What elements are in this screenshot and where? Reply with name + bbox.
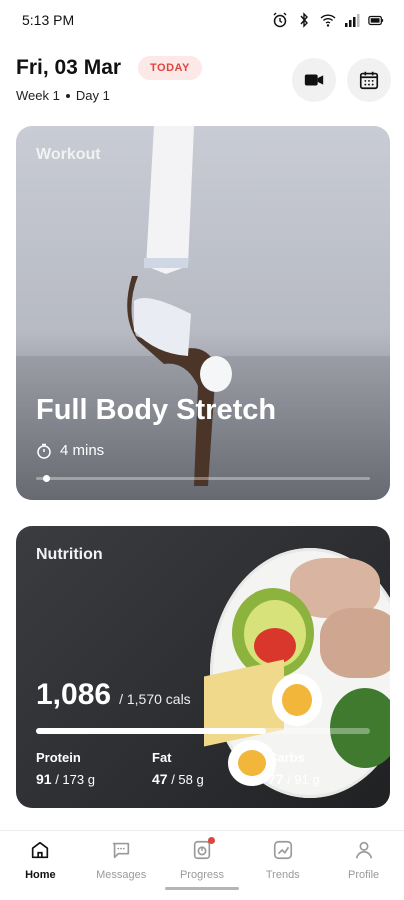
nav-label: Home xyxy=(25,869,56,881)
nav-profile[interactable]: Profile xyxy=(329,839,399,900)
notification-dot xyxy=(207,837,215,844)
nav-label: Progress xyxy=(179,869,224,881)
nav-label: Messages xyxy=(96,869,147,881)
egg-yolk xyxy=(282,684,312,716)
nav-home[interactable]: Home xyxy=(5,839,75,900)
home-icon xyxy=(32,841,49,859)
status-bar: 5:13 PM xyxy=(0,0,404,40)
alarm-icon xyxy=(273,12,287,28)
user-icon xyxy=(355,841,372,859)
calendar-icon xyxy=(359,71,379,90)
macro-label: Carbs xyxy=(268,750,305,765)
workout-card[interactable]: Workout Full Body Stretch 4 mins xyxy=(16,126,390,500)
egg-yolk xyxy=(238,750,266,776)
today-badge: TODAY xyxy=(138,56,202,80)
signal-icon xyxy=(345,14,360,27)
workout-label: Workout xyxy=(36,146,101,163)
week-day-line: Week 1 Day 1 xyxy=(16,88,110,103)
status-icons xyxy=(272,12,384,28)
day-label: Day 1 xyxy=(75,88,110,103)
nav-trends[interactable]: Trends xyxy=(248,839,318,900)
wifi-icon xyxy=(320,14,336,27)
macro-value: 91 / 173 g xyxy=(36,771,95,787)
macro-label: Protein xyxy=(36,750,81,765)
duration-text: 4 mins xyxy=(60,442,105,459)
video-camera-icon xyxy=(304,74,324,86)
timer-icon xyxy=(37,443,51,459)
calendar-button[interactable] xyxy=(347,58,391,102)
date-title: Fri, 03 Mar xyxy=(16,56,122,79)
tomato xyxy=(254,628,296,664)
nutrition-card[interactable]: Nutrition 1,086 / 1,570 cals Protein 91 … xyxy=(16,526,390,808)
video-call-button[interactable] xyxy=(292,58,336,102)
calorie-progress-fill xyxy=(36,728,267,734)
meat-slice xyxy=(320,608,390,678)
battery-icon xyxy=(368,15,384,26)
calorie-progress-bar xyxy=(36,728,370,734)
workout-title: Full Body Stretch xyxy=(36,394,277,426)
macro-fat: Fat 47 / 58 g xyxy=(152,750,204,787)
macro-protein: Protein 91 / 173 g xyxy=(36,750,95,787)
macro-value: 77 / 91 g xyxy=(268,771,320,787)
workout-duration: 4 mins xyxy=(36,442,104,459)
calories-target: / 1,570 cals xyxy=(119,691,191,707)
nav-label: Profile xyxy=(347,869,380,881)
status-time: 5:13 PM xyxy=(22,12,75,28)
macro-carbs: Carbs 77 / 91 g xyxy=(268,750,320,787)
workout-progress-bar xyxy=(36,475,370,482)
home-indicator xyxy=(165,887,239,890)
week-label: Week 1 xyxy=(16,88,60,103)
separator-dot xyxy=(65,93,70,98)
nav-progress[interactable]: Progress xyxy=(167,837,237,900)
macro-value: 47 / 58 g xyxy=(152,771,204,787)
macro-label: Fat xyxy=(152,750,172,765)
workout-progress-fill xyxy=(42,475,50,482)
nav-label: Trends xyxy=(265,869,300,881)
nav-messages[interactable]: Messages xyxy=(86,839,156,900)
calories-row: 1,086 / 1,570 cals xyxy=(36,678,191,712)
chat-icon xyxy=(113,842,130,859)
calories-value: 1,086 xyxy=(36,678,112,711)
trends-icon xyxy=(273,840,292,860)
nutrition-label: Nutrition xyxy=(36,546,103,563)
bluetooth-icon xyxy=(300,12,308,28)
